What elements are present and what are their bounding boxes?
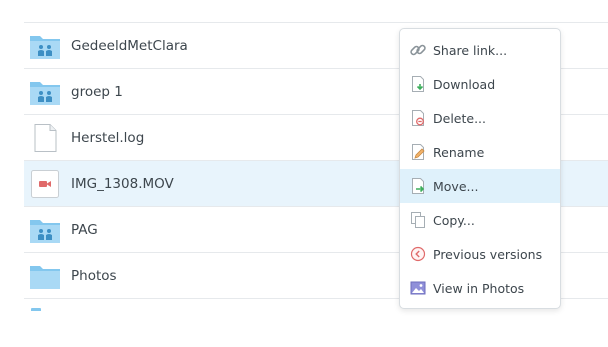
link-icon (409, 41, 427, 59)
file-name: PAG (71, 221, 98, 238)
menu-item-rename[interactable]: Rename (400, 135, 560, 169)
file-name: Photos (71, 267, 117, 284)
menu-item-label: Move... (433, 178, 479, 194)
video-file-icon (29, 169, 61, 198)
menu-item-label: Delete... (433, 110, 486, 126)
menu-item-delete[interactable]: Delete... (400, 101, 560, 135)
menu-item-label: Download (433, 76, 496, 92)
menu-item-label: Share link... (433, 42, 508, 58)
menu-item-previous-versions[interactable]: Previous versions (400, 237, 560, 271)
file-name: GedeeldMetClara (71, 37, 188, 54)
download-icon (409, 75, 427, 93)
photos-icon (409, 279, 427, 297)
menu-item-label: Previous versions (433, 246, 543, 262)
shared-folder-icon (29, 78, 61, 106)
history-icon (409, 245, 427, 263)
document-icon (29, 123, 61, 152)
folder-icon (29, 262, 61, 290)
menu-item-share-link[interactable]: Share link... (400, 33, 560, 67)
menu-item-copy[interactable]: Copy... (400, 203, 560, 237)
copy-icon (409, 211, 427, 229)
context-menu: Share link... Download Delete... Rename … (399, 28, 561, 309)
shared-folder-icon (29, 32, 61, 60)
delete-icon (409, 109, 427, 127)
file-name: groep 1 (71, 83, 123, 100)
move-icon (409, 177, 427, 195)
menu-item-label: Rename (433, 144, 485, 160)
shared-folder-icon (29, 216, 61, 244)
menu-item-download[interactable]: Download (400, 67, 560, 101)
menu-item-label: View in Photos (433, 280, 525, 296)
menu-item-view-in-photos[interactable]: View in Photos (400, 271, 560, 305)
menu-item-move[interactable]: Move... (400, 169, 560, 203)
folder-icon (31, 308, 41, 311)
rename-icon (409, 143, 427, 161)
file-name: Herstel.log (71, 129, 145, 146)
file-name: IMG_1308.MOV (71, 175, 174, 192)
menu-item-label: Copy... (433, 212, 475, 228)
